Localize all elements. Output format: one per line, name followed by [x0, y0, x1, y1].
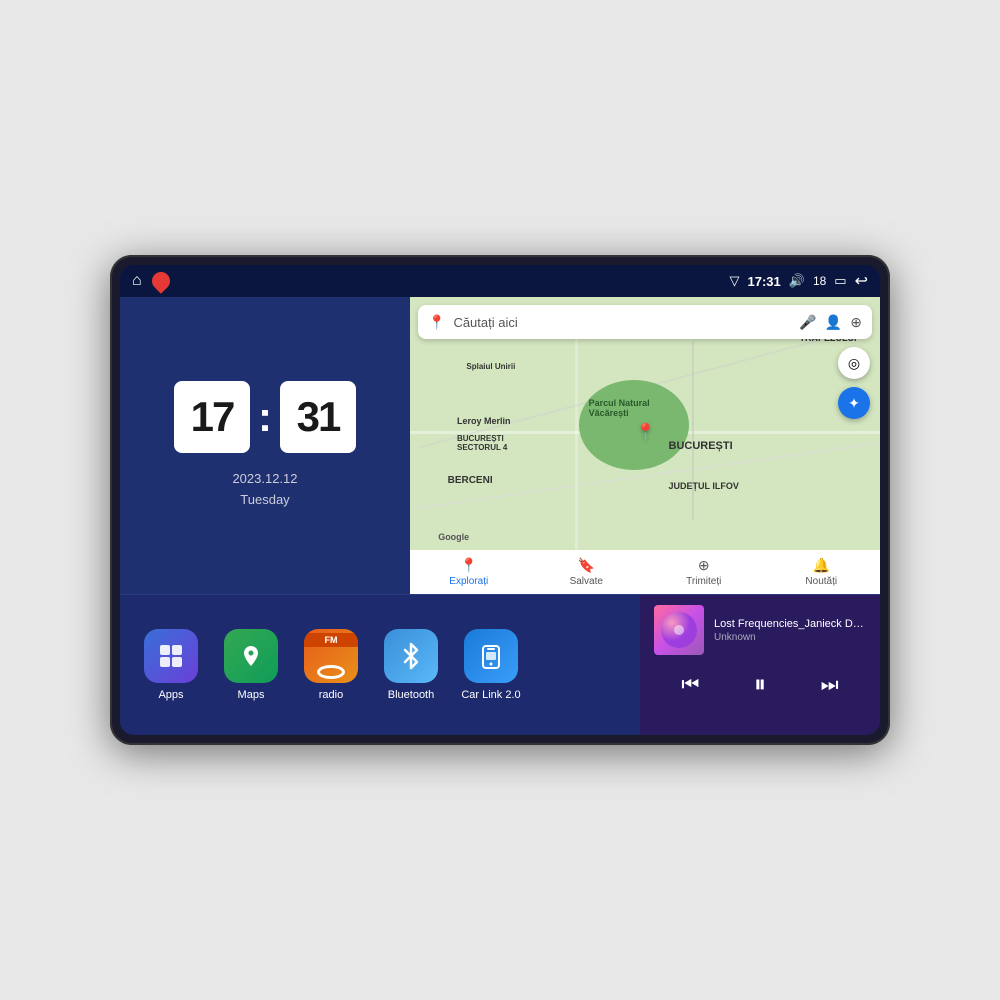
volume-level: 18 — [813, 274, 826, 288]
clock-display: 17 : 31 — [174, 381, 356, 453]
top-row: 17 : 31 2023.12.12 Tuesday — [120, 297, 880, 595]
device-screen: ⌂ ▽ 17:31 🔊 18 ▭ ↩ 17 : — [120, 265, 880, 735]
apps-panel: Apps Maps — [120, 595, 640, 735]
music-play-button[interactable]: ⏸ — [750, 667, 770, 703]
map-label-berceni: BERCENI — [448, 475, 493, 486]
map-location-pin: 📍 — [636, 422, 656, 442]
map-label-parcul: Parcul NaturalVăcărești — [589, 398, 650, 418]
music-info: Lost Frequencies_Janieck Devy-... Unknow… — [714, 618, 866, 643]
music-next-button[interactable]: ⏭ — [817, 670, 843, 701]
device-body: ⌂ ▽ 17:31 🔊 18 ▭ ↩ 17 : — [110, 255, 890, 745]
music-title: Lost Frequencies_Janieck Devy-... — [714, 618, 866, 630]
map-label-bucuresti: BUCUREȘTI — [669, 440, 733, 452]
back-icon[interactable]: ↩ — [855, 271, 868, 291]
map-search-actions: 🎤 👤 ⊕ — [799, 314, 862, 331]
map-nav-saved[interactable]: 🔖 Salvate — [528, 557, 646, 587]
app-item-carlink[interactable]: Car Link 2.0 — [456, 629, 526, 701]
map-bottom-nav: 📍 Explorați 🔖 Salvate ⊕ Trimiteți 🔔 — [410, 550, 880, 594]
music-thumbnail — [654, 605, 704, 655]
status-time: 17:31 — [748, 274, 781, 289]
battery-icon: ▭ — [834, 273, 846, 289]
clock-date-value: 2023.12.12 — [232, 469, 297, 490]
map-search-pin-icon: 📍 — [428, 314, 445, 331]
map-nav-saved-icon: 🔖 — [578, 557, 595, 574]
maps-status-icon[interactable] — [148, 268, 173, 293]
map-label-google: Google — [438, 532, 469, 542]
bottom-row: Apps Maps — [120, 595, 880, 735]
app-item-bluetooth[interactable]: Bluetooth — [376, 629, 446, 701]
volume-icon: 🔊 — [789, 273, 805, 289]
music-panel: Lost Frequencies_Janieck Devy-... Unknow… — [640, 595, 880, 735]
gps-icon: ▽ — [730, 273, 740, 289]
clock-day-value: Tuesday — [232, 490, 297, 511]
apps-icon — [144, 629, 198, 683]
map-panel[interactable]: Parcul NaturalVăcărești Leroy Merlin BER… — [410, 297, 880, 594]
map-label-judet: JUDEȚUL ILFOV — [669, 481, 739, 491]
clock-date: 2023.12.12 Tuesday — [232, 469, 297, 511]
map-locate-button[interactable]: ◎ — [838, 347, 870, 379]
status-right: ▽ 17:31 🔊 18 ▭ ↩ — [730, 271, 869, 291]
bluetooth-icon — [384, 629, 438, 683]
apps-label: Apps — [158, 689, 183, 701]
radio-icon: FM — [304, 629, 358, 683]
music-prev-button[interactable]: ⏮ — [677, 670, 703, 701]
home-icon[interactable]: ⌂ — [132, 272, 142, 290]
map-nav-explore-icon: 📍 — [460, 557, 477, 574]
clock-panel: 17 : 31 2023.12.12 Tuesday — [120, 297, 410, 594]
app-item-maps[interactable]: Maps — [216, 629, 286, 701]
map-nav-explore-label: Explorați — [449, 576, 488, 587]
carlink-icon — [464, 629, 518, 683]
music-controls: ⏮ ⏸ ⏭ — [654, 667, 866, 703]
map-nav-send-label: Trimiteți — [686, 576, 721, 587]
map-nav-news[interactable]: 🔔 Noutăți — [763, 557, 881, 587]
music-top: Lost Frequencies_Janieck Devy-... Unknow… — [654, 605, 866, 655]
map-label-splaiul: Splaiul Unirii — [466, 362, 515, 371]
clock-colon: : — [258, 396, 272, 438]
map-label-sector: BUCUREȘTISECTORUL 4 — [457, 434, 507, 452]
map-nav-send[interactable]: ⊕ Trimiteți — [645, 557, 763, 587]
maps-icon — [224, 629, 278, 683]
map-account-icon[interactable]: 👤 — [825, 314, 842, 331]
map-search-bar[interactable]: 📍 Căutați aici 🎤 👤 ⊕ — [418, 305, 872, 339]
map-nav-explore[interactable]: 📍 Explorați — [410, 557, 528, 587]
radio-label: radio — [319, 689, 343, 701]
map-nav-send-icon: ⊕ — [698, 557, 710, 574]
app-item-radio[interactable]: FM radio — [296, 629, 366, 701]
music-artist: Unknown — [714, 632, 866, 643]
clock-hour: 17 — [174, 381, 250, 453]
clock-minute: 31 — [280, 381, 356, 453]
map-layers-icon[interactable]: ⊕ — [850, 314, 862, 331]
app-item-apps[interactable]: Apps — [136, 629, 206, 701]
map-nav-news-icon: 🔔 — [813, 557, 830, 574]
maps-label: Maps — [238, 689, 265, 701]
map-nav-button[interactable]: ✦ — [838, 387, 870, 419]
map-label-leroy: Leroy Merlin — [457, 416, 511, 426]
main-area: 17 : 31 2023.12.12 Tuesday — [120, 297, 880, 735]
status-left: ⌂ — [132, 272, 170, 290]
bluetooth-label: Bluetooth — [388, 689, 434, 701]
map-nav-news-label: Noutăți — [805, 576, 837, 587]
carlink-label: Car Link 2.0 — [461, 689, 520, 701]
map-mic-icon[interactable]: 🎤 — [799, 314, 816, 331]
map-search-text[interactable]: Căutați aici — [453, 315, 791, 330]
status-bar: ⌂ ▽ 17:31 🔊 18 ▭ ↩ — [120, 265, 880, 297]
map-nav-saved-label: Salvate — [570, 576, 603, 587]
